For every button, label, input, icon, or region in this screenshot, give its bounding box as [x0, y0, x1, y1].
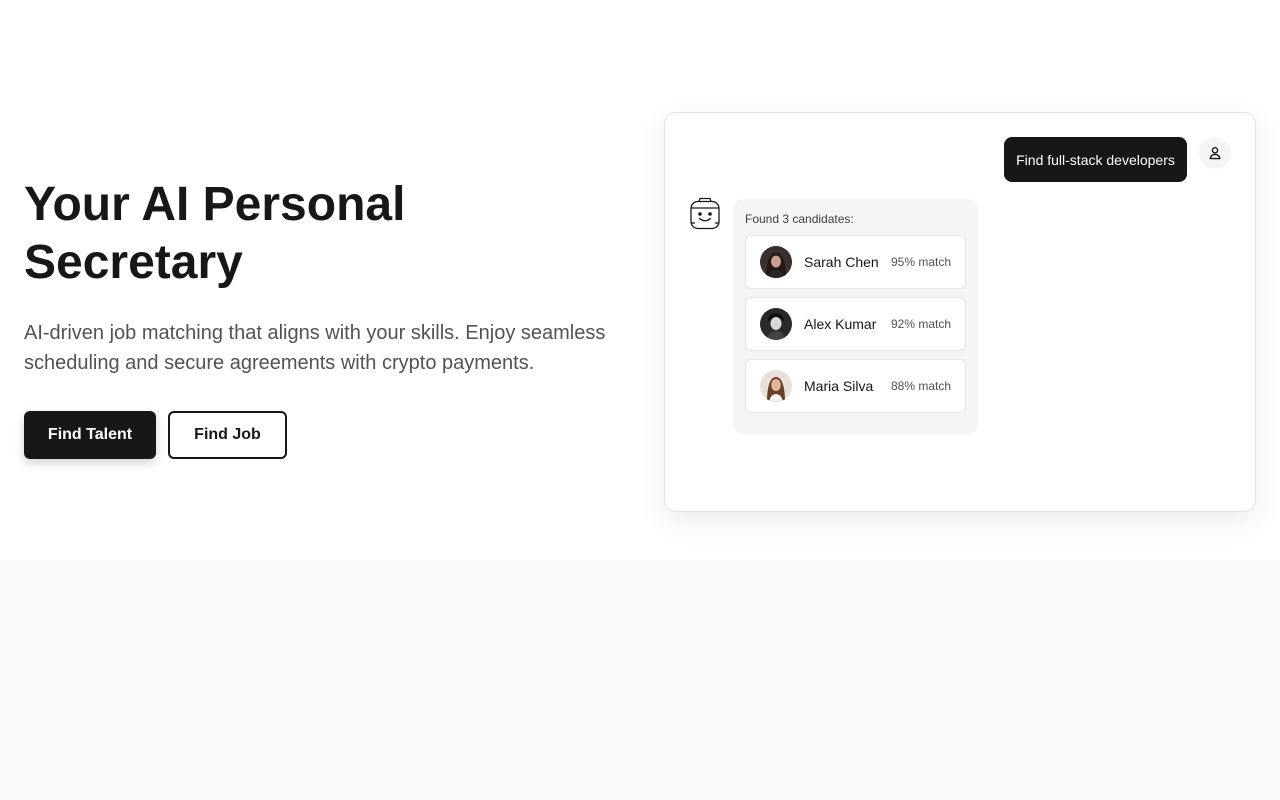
match-score: 92% match [890, 317, 951, 331]
lower-section [0, 560, 1280, 800]
hero-subtitle: AI-driven job matching that aligns with … [24, 322, 606, 374]
candidate-name: Maria Silva [804, 378, 874, 394]
robot-icon [689, 197, 721, 231]
hero-title: Your AI Personal Secretary [24, 178, 406, 289]
candidate-card[interactable]: Maria Silva 88% match [745, 359, 966, 413]
chat-preview-card: Find full-stack developers Found 3 candi… [664, 112, 1256, 512]
candidate-name: Alex Kumar [804, 316, 877, 332]
results-label: Found 3 candidates: [745, 212, 854, 226]
find-talent-button[interactable]: Find Talent [24, 411, 156, 459]
bot-response-panel: Found 3 candidates: Sarah Chen 95% match [733, 199, 978, 434]
match-score: 88% match [890, 379, 951, 393]
hero-buttons: Find Talent Find Job [24, 411, 644, 459]
avatar [760, 308, 792, 340]
hero-section: Your AI Personal Secretary AI-driven job… [0, 0, 1280, 560]
candidate-card[interactable]: Sarah Chen 95% match [745, 235, 966, 289]
user-icon [1199, 137, 1231, 169]
candidate-name: Sarah Chen [804, 254, 879, 270]
find-job-button[interactable]: Find Job [168, 411, 287, 459]
hero-content: Your AI Personal Secretary AI-driven job… [24, 176, 644, 459]
candidate-card[interactable]: Alex Kumar 92% match [745, 297, 966, 351]
match-score: 95% match [890, 255, 951, 269]
user-message-bubble: Find full-stack developers [1004, 137, 1187, 182]
avatar [760, 370, 792, 402]
avatar [760, 246, 792, 278]
